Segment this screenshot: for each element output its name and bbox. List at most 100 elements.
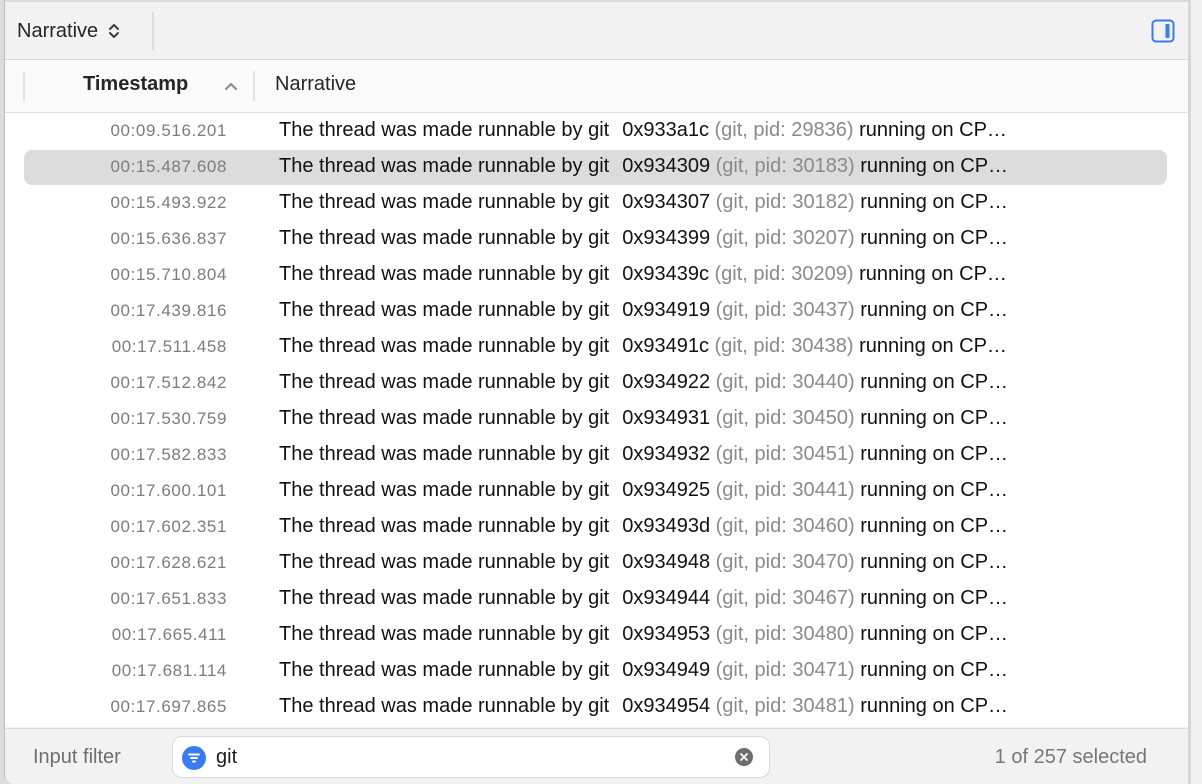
thread-id[interactable]: 0x933a1c (622, 119, 709, 141)
filter-input[interactable] (216, 743, 716, 771)
table-row[interactable]: 00:15.493.922 The thread was made runnabl… (24, 186, 1167, 221)
column-header-narrative[interactable]: Narrative (275, 73, 356, 96)
footer-bar: Input filter 1 of 257 selected (5, 728, 1189, 784)
table-row[interactable]: 00:15.710.804 The thread was made runnabl… (24, 258, 1167, 293)
chevron-up-down-icon (109, 24, 120, 38)
narrative-text: The thread was made runnable by git (279, 407, 610, 429)
narrative-text: The thread was made runnable by git (279, 695, 610, 717)
process-info: (git, pid: 30440) (715, 371, 855, 393)
narrative-cell: The thread was made runnable by git 0x933… (279, 119, 1149, 142)
input-filter-label: Input filter (33, 746, 121, 768)
sidebar-right-icon[interactable] (1151, 19, 1175, 43)
process-info: (git, pid: 30451) (715, 443, 855, 465)
process-info: (git, pid: 30437) (715, 299, 855, 321)
process-info: (git, pid: 30481) (715, 695, 855, 717)
thread-id[interactable]: 0x934931 (622, 407, 710, 429)
timestamp-cell: 00:09.516.201 (110, 121, 227, 140)
timestamp-cell: 00:15.493.922 (110, 193, 227, 212)
process-info: (git, pid: 30450) (715, 407, 855, 429)
table-row[interactable]: 00:17.512.842 The thread was made runnabl… (24, 366, 1167, 401)
narrative-text: The thread was made runnable by git (279, 371, 610, 393)
narrative-suffix: running on CP… (860, 371, 1009, 393)
process-info: (git, pid: 30183) (715, 155, 855, 177)
process-info: (git, pid: 30182) (715, 191, 855, 213)
input-filter-field[interactable] (172, 736, 770, 778)
thread-id[interactable]: 0x934944 (622, 587, 710, 609)
table-row[interactable]: 00:17.439.816 The thread was made runnabl… (24, 294, 1167, 329)
table-row[interactable]: 00:17.511.458 The thread was made runnabl… (24, 330, 1167, 365)
timestamp-cell: 00:17.512.842 (110, 373, 227, 392)
selection-status: 1 of 257 selected (994, 746, 1147, 768)
narrative-cell: The thread was made runnable by git 0x934… (279, 335, 1149, 358)
narrative-cell: The thread was made runnable by git 0x934… (279, 263, 1149, 286)
thread-id[interactable]: 0x93439c (622, 263, 709, 285)
thread-id[interactable]: 0x934309 (622, 155, 710, 177)
narrative-cell: The thread was made runnable by git 0x934… (279, 659, 1149, 682)
view-selector-label: Narrative (17, 19, 99, 42)
narrative-suffix: running on CP… (860, 515, 1009, 537)
table-row[interactable]: 00:17.697.865 The thread was made runnabl… (24, 690, 1167, 725)
narrative-cell: The thread was made runnable by git 0x934… (279, 515, 1149, 538)
table-row[interactable]: 00:17.582.833 The thread was made runnabl… (24, 438, 1167, 473)
narrative-text: The thread was made runnable by git (279, 659, 610, 681)
timestamp-cell: 00:17.697.865 (110, 697, 227, 716)
timestamp-cell: 00:17.602.351 (110, 517, 227, 536)
filter-icon[interactable] (182, 746, 206, 770)
narrative-text: The thread was made runnable by git (279, 515, 610, 537)
view-selector-popup[interactable]: Narrative (17, 16, 120, 46)
toolbar-divider (152, 12, 154, 50)
timestamp-cell: 00:17.439.816 (110, 301, 227, 320)
table-row[interactable]: 00:17.681.114 The thread was made runnabl… (24, 654, 1167, 689)
timestamp-cell: 00:17.665.411 (111, 625, 227, 644)
thread-id[interactable]: 0x934307 (622, 191, 710, 213)
thread-id[interactable]: 0x934399 (622, 227, 710, 249)
table-row[interactable]: 00:17.665.411 The thread was made runnabl… (24, 618, 1167, 653)
table-row[interactable]: 00:17.600.101 The thread was made runnabl… (24, 474, 1167, 509)
narrative-text: The thread was made runnable by git (279, 299, 610, 321)
timestamp-cell: 00:17.681.114 (111, 661, 227, 680)
thread-id[interactable]: 0x934932 (622, 443, 710, 465)
process-info: (git, pid: 30470) (715, 551, 855, 573)
thread-id[interactable]: 0x934919 (622, 299, 710, 321)
narrative-cell: The thread was made runnable by git 0x934… (279, 623, 1149, 646)
table-row[interactable]: 00:15.487.608 The thread was made runnabl… (24, 150, 1167, 185)
narrative-suffix: running on CP… (860, 155, 1009, 177)
narrative-text: The thread was made runnable by git (279, 587, 610, 609)
narrative-text: The thread was made runnable by git (279, 623, 610, 645)
process-info: (git, pid: 30460) (715, 515, 855, 537)
column-divider[interactable] (253, 71, 255, 101)
narrative-suffix: running on CP… (860, 587, 1009, 609)
sort-ascending-icon[interactable] (223, 80, 239, 92)
column-header-timestamp[interactable]: Timestamp (83, 73, 188, 96)
narrative-text: The thread was made runnable by git (279, 263, 610, 285)
thread-id[interactable]: 0x934949 (622, 659, 710, 681)
table-row[interactable]: 00:17.628.621 The thread was made runnabl… (24, 546, 1167, 581)
thread-id[interactable]: 0x934948 (622, 551, 710, 573)
table-row[interactable]: 00:17.651.833 The thread was made runnabl… (24, 582, 1167, 617)
table-row[interactable]: 00:17.602.351 The thread was made runnabl… (24, 510, 1167, 545)
table-row[interactable]: 00:15.636.837 The thread was made runnabl… (24, 222, 1167, 257)
clear-circle-icon[interactable] (735, 748, 753, 766)
narrative-text: The thread was made runnable by git (279, 443, 610, 465)
thread-id[interactable]: 0x93491c (622, 335, 709, 357)
narrative-cell: The thread was made runnable by git 0x934… (279, 227, 1149, 250)
process-info: (git, pid: 30438) (714, 335, 854, 357)
table-row[interactable]: 00:09.516.201 The thread was made runnabl… (24, 114, 1167, 149)
narrative-text: The thread was made runnable by git (279, 227, 610, 249)
thread-id[interactable]: 0x934922 (622, 371, 710, 393)
process-info: (git, pid: 30467) (715, 587, 855, 609)
narrative-suffix: running on CP… (860, 299, 1009, 321)
instruments-detail-window: Narrative Timestamp Narrative 00:09.516.… (4, 0, 1189, 784)
column-divider (23, 71, 25, 101)
table-header: Timestamp Narrative (5, 60, 1189, 113)
narrative-suffix: running on CP… (859, 119, 1007, 141)
thread-id[interactable]: 0x93493d (622, 515, 710, 537)
timestamp-cell: 00:17.600.101 (110, 481, 227, 500)
narrative-suffix: running on CP… (860, 479, 1009, 501)
table-row[interactable]: 00:17.530.759 The thread was made runnabl… (24, 402, 1167, 437)
process-info: (git, pid: 29836) (714, 119, 854, 141)
thread-id[interactable]: 0x934925 (622, 479, 710, 501)
narrative-cell: The thread was made runnable by git 0x934… (279, 551, 1149, 574)
thread-id[interactable]: 0x934953 (622, 623, 710, 645)
thread-id[interactable]: 0x934954 (622, 695, 710, 717)
